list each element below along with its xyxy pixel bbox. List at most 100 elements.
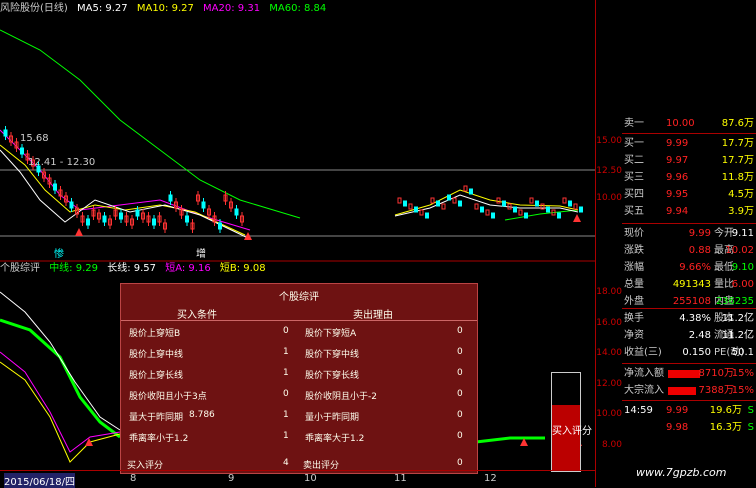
bid-volume: 11.8万	[721, 172, 754, 183]
buy-condition-label: 量大于昨同期	[129, 413, 184, 423]
fund-value: 50.1	[731, 347, 754, 358]
fund-value: 0.150	[682, 347, 711, 358]
tick-row: 9.98 16.3万 S	[622, 420, 756, 436]
buy-score-gauge-label: 买入评分	[552, 426, 592, 437]
sell-reason-value: 0	[457, 410, 463, 420]
axis-tick: 8.00	[601, 440, 622, 450]
bid-volume: 17.7万	[721, 155, 754, 166]
candle-body	[102, 215, 107, 223]
stat-value: 10.02	[725, 245, 754, 256]
candle-body	[463, 185, 468, 192]
candle-body	[535, 200, 539, 207]
flow-bar	[668, 370, 700, 378]
long-line-value: 长线: 9.57	[107, 263, 157, 274]
fund-label: 收益(三)	[624, 347, 662, 358]
candle-body	[491, 212, 495, 219]
sell-reason-value: 0	[457, 431, 463, 441]
candle-body	[152, 218, 156, 226]
fund-flow-row: 净流入额 8710万 15%	[622, 366, 756, 382]
buy-condition-label: 股价上穿长线	[129, 371, 184, 381]
shortA-line	[0, 351, 121, 453]
watermark: www.7gpzb.com	[636, 466, 727, 479]
bid-row[interactable]: 买五 9.94 3.9万	[622, 204, 756, 220]
axis-tick: 12.00	[596, 379, 622, 389]
candle-body	[562, 197, 567, 204]
date-tick-10: 10	[304, 473, 317, 484]
buy-condition-value: 0	[283, 326, 289, 336]
bid-label: 买二	[624, 155, 644, 166]
sell-reason-label: 股价下穿短A	[305, 329, 357, 339]
candle-body	[430, 197, 435, 204]
divider	[622, 223, 756, 224]
candle-body	[414, 206, 418, 213]
bid-label: 买五	[624, 206, 644, 217]
high-price-label: 15.68	[20, 133, 49, 144]
stock-title: 风险股份(日线)	[0, 3, 68, 14]
flow-value: 7388万	[698, 385, 734, 396]
kline-chart-area[interactable]: 风险股份(日线) MA5: 9.27 MA10: 9.27 MA20: 9.31…	[0, 0, 595, 488]
axis-tick: 12.50	[596, 166, 622, 176]
bid-row[interactable]: 买二 9.97 17.7万	[622, 153, 756, 169]
candle-body	[474, 203, 479, 210]
candle-body	[529, 197, 534, 204]
ask-label: 卖一	[624, 118, 644, 129]
fund-value: 4.38%	[679, 313, 711, 324]
quote-panel: 卖一 10.00 87.6万 买一 9.99 17.7万 买二 9.97 17.7万 买三 9…	[622, 0, 756, 487]
divider	[622, 400, 756, 401]
axis-tick: 18.00	[596, 287, 622, 297]
ma20-value: MA20: 9.31	[203, 3, 261, 14]
tick-side: S	[747, 405, 754, 416]
price-chart[interactable]	[0, 0, 595, 262]
flow-label: 净流入额	[624, 368, 664, 379]
sell-reasons-header: 卖出理由	[353, 310, 393, 321]
candle-body	[185, 215, 189, 223]
candle-body	[573, 203, 578, 210]
bid-price: 9.99	[666, 138, 689, 149]
flow-value: 8710万	[698, 368, 734, 379]
tick-row: 14:59 9.99 19.6万 S	[622, 403, 756, 419]
bid-row[interactable]: 买四 9.95 4.5万	[622, 187, 756, 203]
candle-body	[579, 206, 583, 213]
candle-body	[86, 218, 90, 226]
candle-body	[485, 209, 490, 216]
bid-row[interactable]: 买一 9.99 17.7万	[622, 136, 756, 152]
candle-body	[69, 201, 74, 209]
shortB-value: 短B: 9.08	[219, 263, 266, 274]
candle-body	[546, 206, 550, 213]
fundamental-row: 换手 4.38% 股本 11.2亿	[622, 311, 756, 327]
buy-arrow-icon	[75, 228, 83, 236]
bid-label: 买一	[624, 138, 644, 149]
stat-value: 491343	[672, 279, 711, 290]
ask-row-1[interactable]: 卖一 10.00 87.6万	[622, 116, 756, 132]
quote-stat-row: 总量 491343 量比 6.00	[622, 277, 756, 293]
candle-body	[557, 212, 561, 219]
ma5-value: MA5: 9.27	[77, 3, 128, 14]
axis-tick: 15.00	[596, 136, 622, 146]
candle-body	[436, 200, 440, 207]
mid-line	[475, 436, 545, 444]
sell-score-value: 0	[457, 458, 463, 468]
candle-body	[458, 200, 462, 207]
start-date: 2015/06/18/四	[4, 473, 76, 488]
bid-label: 买三	[624, 172, 644, 183]
quote-stat-row: 涨幅 9.66% 最低 9.10	[622, 260, 756, 276]
buy-condition-extra: 8.786	[189, 410, 215, 420]
price-axis: 15.00 12.50 10.00 18.00 16.00 14.00 12.0…	[595, 0, 623, 487]
bid-volume: 17.7万	[721, 138, 754, 149]
bid-row[interactable]: 买三 9.96 11.8万	[622, 170, 756, 186]
bid-volume: 4.5万	[728, 189, 754, 200]
axis-tick: 14.00	[596, 348, 622, 358]
range-label: 12.41 - 12.30	[28, 157, 96, 168]
sell-reason-label: 量小于昨同期	[305, 413, 360, 423]
candle-body	[234, 208, 239, 216]
fund-value: 11.2亿	[721, 330, 754, 341]
stat-value: 9.66%	[679, 262, 711, 273]
stock-evaluation-panel[interactable]: 个股综评 买入条件 卖出理由 股价上穿短B 0 股价上穿中线 1 股价上穿长线 1 股价收阳…	[120, 283, 478, 474]
candle-body	[568, 200, 572, 207]
stat-value: 9.10	[731, 262, 754, 273]
axis-tick: 16.00	[596, 318, 622, 328]
buy-condition-value: 1	[283, 410, 289, 420]
buy-condition-value: 1	[283, 347, 289, 357]
stat-value: 9.11	[731, 228, 754, 239]
fundamental-row: 净资 2.48 流通 11.2亿	[622, 328, 756, 344]
